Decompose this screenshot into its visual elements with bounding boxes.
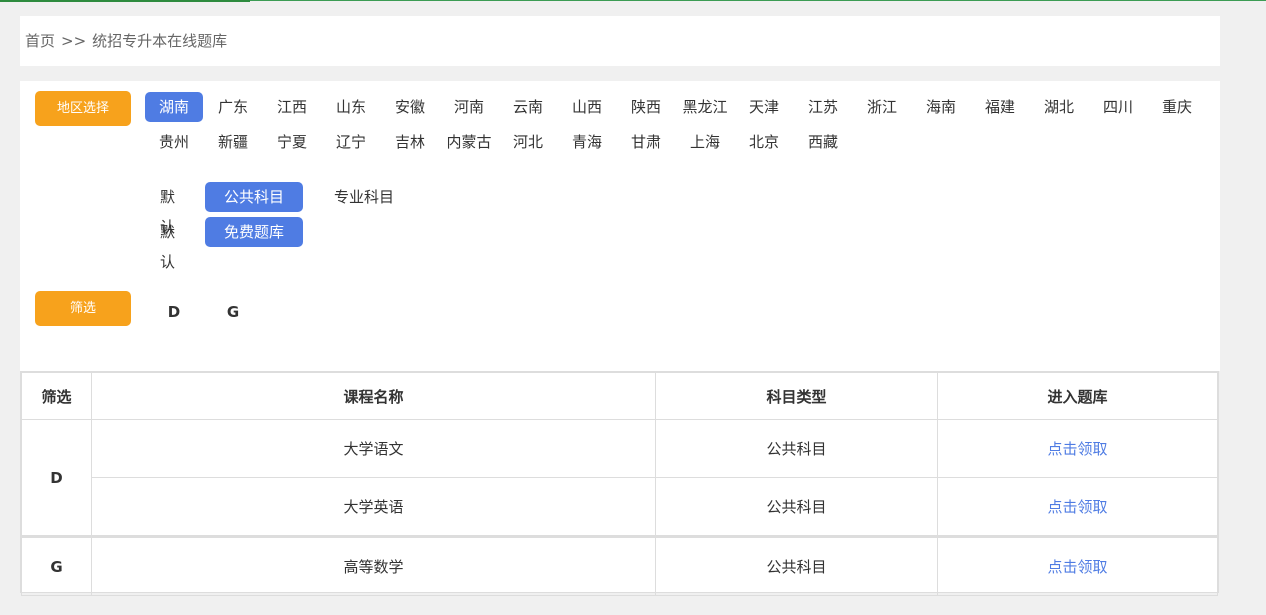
region-item[interactable]: 甘肃 xyxy=(617,127,675,157)
bank-option-free[interactable]: 免费题库 xyxy=(205,217,303,247)
subject-type: 公共科目 xyxy=(655,535,938,596)
letter-filter-d[interactable]: D xyxy=(159,297,189,327)
bank-default-label[interactable]: 默认 xyxy=(160,217,175,277)
region-item[interactable]: 河南 xyxy=(440,92,498,122)
region-item[interactable]: 浙江 xyxy=(853,92,911,122)
header-subject-type: 科目类型 xyxy=(655,372,938,420)
region-item[interactable]: 安徽 xyxy=(381,92,439,122)
region-item[interactable]: 广东 xyxy=(204,92,262,122)
region-item[interactable]: 云南 xyxy=(499,92,557,122)
region-item[interactable]: 宁夏 xyxy=(263,127,321,157)
header-filter: 筛选 xyxy=(21,372,92,420)
region-item[interactable]: 青海 xyxy=(558,127,616,157)
top-accent-line-rest xyxy=(250,0,1266,1)
region-item[interactable]: 贵州 xyxy=(145,127,203,157)
region-item[interactable]: 重庆 xyxy=(1148,92,1206,122)
subject-type: 公共科目 xyxy=(655,419,938,478)
filter-panel: 地区选择 湖南 广东 江西 山东 安徽 河南 云南 山西 陕西 黑龙江 天津 江苏 浙江 海南 福建 湖北 四川… xyxy=(20,81,1220,371)
course-name: 高等数学 xyxy=(91,535,656,596)
course-name: 大学英语 xyxy=(91,477,656,537)
course-name: 大学语文 xyxy=(91,419,656,478)
group-letter-d: D xyxy=(21,419,92,537)
region-item[interactable]: 天津 xyxy=(735,92,793,122)
region-item[interactable]: 辽宁 xyxy=(322,127,380,157)
breadcrumb-separator: >> xyxy=(61,32,87,50)
breadcrumb-panel: 首页 >> 统招专升本在线题库 xyxy=(20,16,1220,66)
subject-type: 公共科目 xyxy=(655,477,938,537)
region-select-button[interactable]: 地区选择 xyxy=(35,91,131,126)
region-item[interactable]: 北京 xyxy=(735,127,793,157)
course-table: 筛选 课程名称 科目类型 进入题库 D 大学语文 公共科目 点击领取 大学英语 … xyxy=(20,371,1219,596)
subject-option-public[interactable]: 公共科目 xyxy=(205,182,303,212)
region-item[interactable]: 湖北 xyxy=(1030,92,1088,122)
claim-link[interactable]: 点击领取 xyxy=(1047,498,1107,516)
region-item[interactable]: 西藏 xyxy=(794,127,852,157)
action-cell: 点击领取 xyxy=(937,535,1218,596)
letter-filter-g[interactable]: G xyxy=(218,297,248,327)
breadcrumb-home[interactable]: 首页 xyxy=(25,32,55,50)
subject-option-major[interactable]: 专业科目 xyxy=(324,182,404,212)
region-item[interactable]: 吉林 xyxy=(381,127,439,157)
region-grid: 湖南 广东 江西 山东 安徽 河南 云南 山西 陕西 黑龙江 天津 江苏 浙江 海南 福建 湖北 四川 重庆 贵州… xyxy=(145,91,1215,161)
claim-link[interactable]: 点击领取 xyxy=(1047,558,1107,576)
action-cell: 点击领取 xyxy=(937,419,1218,478)
header-enter-bank: 进入题库 xyxy=(937,372,1218,420)
region-row-1: 湖南 广东 江西 山东 安徽 河南 云南 山西 陕西 黑龙江 天津 江苏 浙江 海南 福建 湖北 四川 重庆 xyxy=(145,91,1215,126)
region-item[interactable]: 新疆 xyxy=(204,127,262,157)
region-item[interactable]: 黑龙江 xyxy=(676,92,734,122)
region-item[interactable]: 四川 xyxy=(1089,92,1147,122)
region-item[interactable]: 上海 xyxy=(676,127,734,157)
region-item[interactable]: 河北 xyxy=(499,127,557,157)
table-row: 大学英语 公共科目 点击领取 xyxy=(22,477,1218,537)
region-item[interactable]: 福建 xyxy=(971,92,1029,122)
region-item[interactable]: 山西 xyxy=(558,92,616,122)
screen-button[interactable]: 筛选 xyxy=(35,291,131,326)
region-item[interactable]: 湖南 xyxy=(145,92,203,122)
top-accent-line xyxy=(0,0,250,2)
region-item[interactable]: 山东 xyxy=(322,92,380,122)
header-course-name: 课程名称 xyxy=(91,372,656,420)
region-item[interactable]: 内蒙古 xyxy=(440,127,498,157)
breadcrumb: 首页 >> 统招专升本在线题库 xyxy=(25,16,233,66)
table-header-row: 筛选 课程名称 科目类型 进入题库 xyxy=(21,372,1218,420)
claim-link[interactable]: 点击领取 xyxy=(1047,440,1107,458)
region-item[interactable]: 江西 xyxy=(263,92,321,122)
region-row-2: 贵州 新疆 宁夏 辽宁 吉林 内蒙古 河北 青海 甘肃 上海 北京 西藏 xyxy=(145,126,1215,161)
table-row: G 高等数学 公共科目 点击领取 xyxy=(21,535,1218,596)
action-cell: 点击领取 xyxy=(937,477,1218,537)
group-letter-g: G xyxy=(21,535,92,596)
breadcrumb-current: 统招专升本在线题库 xyxy=(92,32,228,50)
region-item[interactable]: 江苏 xyxy=(794,92,852,122)
region-item[interactable]: 陕西 xyxy=(617,92,675,122)
table-row: D 大学语文 公共科目 点击领取 xyxy=(21,419,1218,537)
region-item[interactable]: 海南 xyxy=(912,92,970,122)
